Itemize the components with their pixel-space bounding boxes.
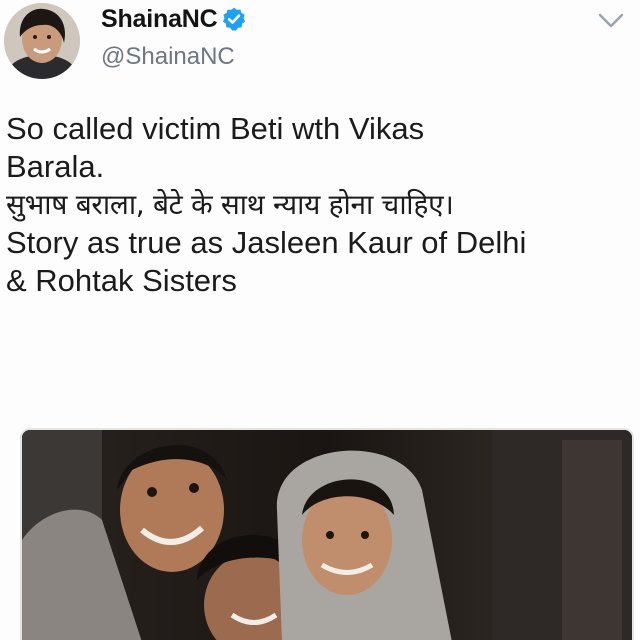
verified-badge-icon — [221, 6, 247, 32]
media-photo-image — [22, 430, 632, 640]
tweet-text-line: So called victim Beti wth Vikas — [6, 111, 425, 146]
author-display-name[interactable]: ShainaNC — [101, 5, 218, 34]
author-name-row: ShainaNC — [101, 2, 247, 36]
tweet-text-line: Barala. — [6, 149, 105, 184]
avatar-photo — [4, 3, 80, 79]
tweet-text: So called victim Beti wth Vikas Barala. … — [6, 110, 636, 300]
chevron-down-icon[interactable] — [596, 10, 626, 32]
author-handle[interactable]: @ShainaNC — [101, 43, 235, 71]
tweet-text-line-hindi: सुभाष बराला, बेटे के साथ न्याय होना चाहि… — [6, 188, 454, 221]
tweet-card: ShainaNC @ShainaNC So called victim Beti… — [0, 0, 640, 640]
avatar[interactable] — [4, 3, 80, 79]
tweet-text-line: & Rohtak Sisters — [6, 263, 237, 298]
tweet-text-line: Story as true as Jasleen Kaur of Delhi — [6, 225, 527, 260]
tweet-media-photo[interactable] — [20, 428, 634, 640]
